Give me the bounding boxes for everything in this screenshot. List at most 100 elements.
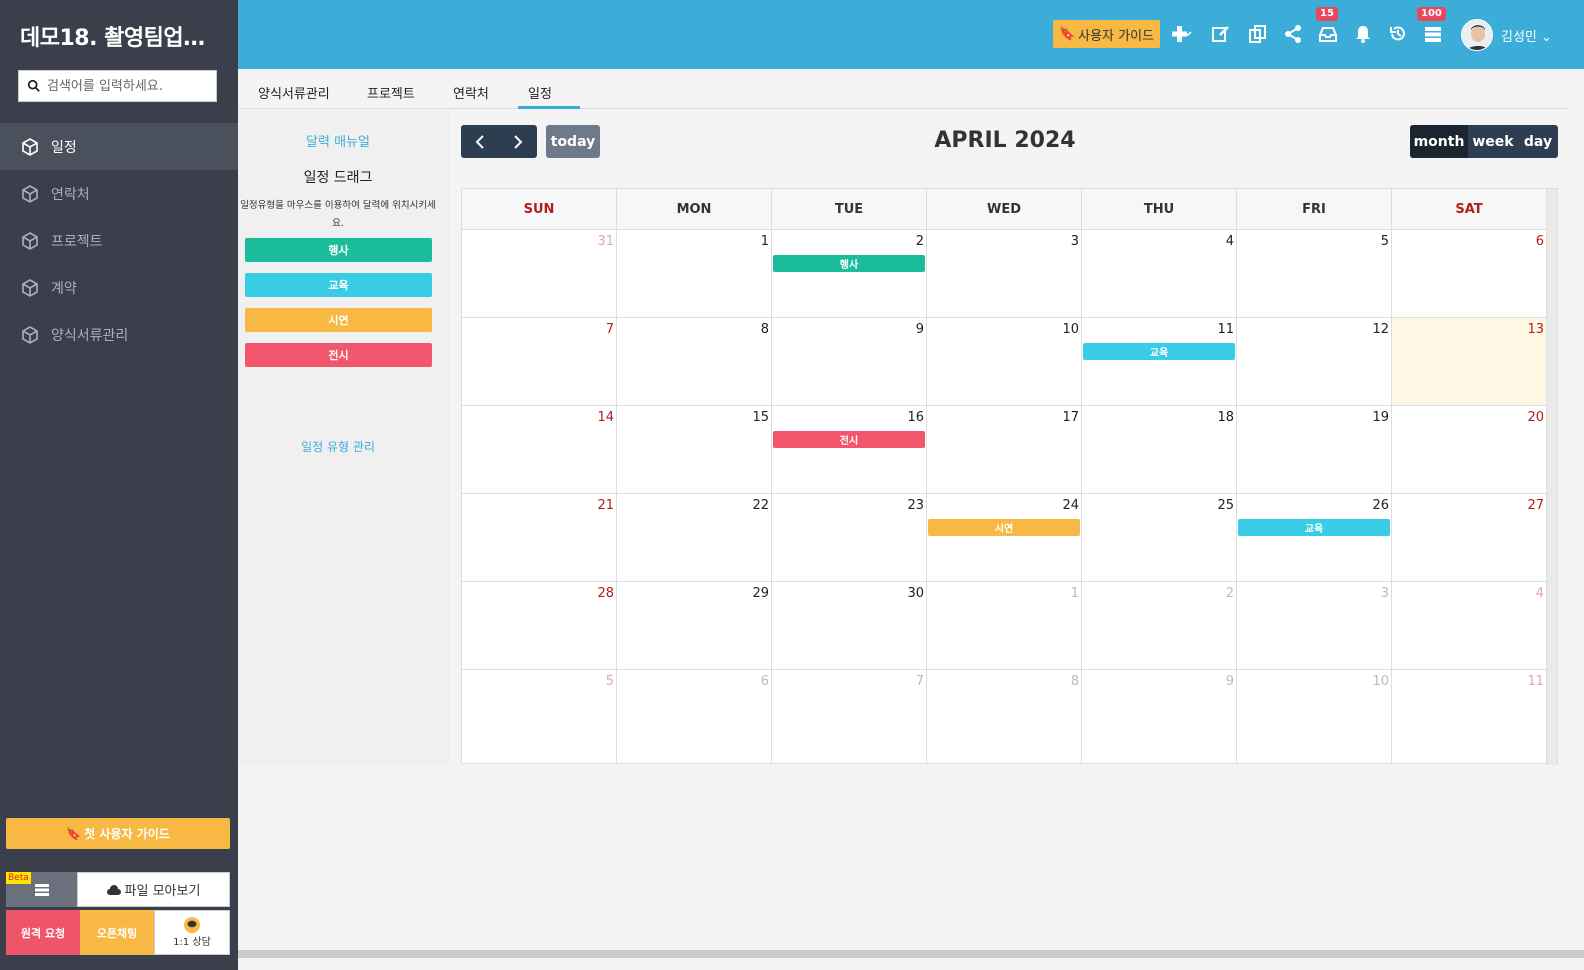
day-cell[interactable]: 6 [617,670,772,763]
day-cell[interactable]: 24 시연 [927,494,1082,581]
day-number[interactable]: 18 [1217,410,1234,425]
first-guide-button[interactable]: 🔖 첫 사용자 가이드 [6,818,230,849]
day-number[interactable]: 25 [1217,498,1234,513]
day-number[interactable]: 5 [606,674,614,689]
tab-forms[interactable]: 양식서류관리 [258,83,330,102]
horizontal-scrollbar[interactable] [238,950,1584,958]
day-cell[interactable]: 17 [927,406,1082,493]
copy-icon[interactable] [1248,24,1268,44]
day-number[interactable]: 6 [761,674,769,689]
next-button[interactable] [499,125,537,158]
calendar-event[interactable]: 교육 [1083,343,1235,360]
day-number[interactable]: 22 [752,498,769,513]
day-number[interactable]: 9 [916,322,924,337]
day-cell[interactable]: 7 [772,670,927,763]
bell-icon[interactable] [1353,24,1373,44]
chevron-down-icon[interactable] [1184,30,1192,38]
server-list-icon[interactable] [1423,24,1443,44]
day-number[interactable]: 20 [1527,410,1544,425]
day-cell[interactable]: 21 [462,494,617,581]
day-number[interactable]: 16 [907,410,924,425]
prev-button[interactable] [461,125,499,158]
inbox-icon[interactable] [1318,24,1338,44]
month-view-button[interactable]: month [1410,125,1468,158]
calendar-event[interactable]: 행사 [773,255,925,272]
day-number[interactable]: 24 [1062,498,1079,513]
day-number[interactable]: 4 [1536,586,1544,601]
event-type-gyoyuk[interactable]: 교육 [245,273,432,297]
day-number[interactable]: 14 [597,410,614,425]
day-number[interactable]: 7 [916,674,924,689]
day-cell[interactable]: 9 [772,318,927,405]
day-cell[interactable]: 8 [927,670,1082,763]
day-number[interactable]: 21 [597,498,614,513]
day-cell[interactable]: 22 [617,494,772,581]
day-cell[interactable]: 27 [1392,494,1547,581]
day-number[interactable]: 1 [1071,586,1079,601]
day-number[interactable]: 1 [761,234,769,249]
open-chat-button[interactable]: 오픈채팅 [80,910,154,955]
day-number[interactable]: 2 [916,234,924,249]
sidebar-item-2[interactable]: 프로젝트 [0,217,238,264]
sidebar-item-4[interactable]: 양식서류관리 [0,311,238,358]
consult-button[interactable]: 1:1 상담 [154,910,230,955]
day-cell[interactable]: 6 [1392,230,1547,317]
day-cell[interactable]: 26 교육 [1237,494,1392,581]
day-cell[interactable]: 4 [1392,582,1547,669]
day-cell[interactable]: 19 [1237,406,1392,493]
day-cell[interactable]: 1 [617,230,772,317]
day-number[interactable]: 12 [1372,322,1389,337]
file-collect-button[interactable]: 파일 모아보기 [77,872,230,907]
day-cell[interactable]: 29 [617,582,772,669]
calendar-event[interactable]: 시연 [928,519,1080,536]
day-number[interactable]: 4 [1226,234,1234,249]
day-number[interactable]: 8 [761,322,769,337]
day-cell[interactable]: 25 [1082,494,1237,581]
search-box[interactable] [18,70,217,102]
history-icon[interactable] [1388,24,1408,44]
day-cell[interactable]: 16 전시 [772,406,927,493]
week-view-button[interactable]: week [1468,125,1518,158]
day-number[interactable]: 17 [1062,410,1079,425]
day-number[interactable]: 19 [1372,410,1389,425]
day-cell[interactable]: 9 [1082,670,1237,763]
manage-event-types-link[interactable]: 일정 유형 관리 [238,438,438,455]
day-number[interactable]: 8 [1071,674,1079,689]
file-list-button[interactable]: Beta [6,872,77,907]
sidebar-item-0[interactable]: 일정 [0,123,238,170]
user-name[interactable]: 김성민 ⌄ [1501,26,1552,45]
day-cell[interactable]: 7 [462,318,617,405]
share-icon[interactable] [1283,24,1303,44]
tab-contacts[interactable]: 연락처 [453,83,489,102]
day-cell[interactable]: 31 [462,230,617,317]
day-view-button[interactable]: day [1518,125,1558,158]
sidebar-item-1[interactable]: 연락처 [0,170,238,217]
day-number[interactable]: 28 [597,586,614,601]
event-type-siyeon[interactable]: 시연 [245,308,432,332]
day-cell[interactable]: 10 [927,318,1082,405]
calendar-scrollbar[interactable] [1547,189,1557,765]
brand-title[interactable]: 데모18. 촬영팀업… [20,20,220,52]
day-cell[interactable]: 12 [1237,318,1392,405]
day-cell[interactable]: 18 [1082,406,1237,493]
day-number[interactable]: 2 [1226,586,1234,601]
day-cell[interactable]: 3 [927,230,1082,317]
day-cell[interactable]: 13 [1392,318,1547,405]
day-cell[interactable]: 5 [1237,230,1392,317]
day-number[interactable]: 31 [597,234,614,249]
day-number[interactable]: 9 [1226,674,1234,689]
day-number[interactable]: 29 [752,586,769,601]
day-number[interactable]: 13 [1527,322,1544,337]
remote-request-button[interactable]: 원격 요청 [6,910,80,955]
sidebar-item-3[interactable]: 계약 [0,264,238,311]
day-cell[interactable]: 23 [772,494,927,581]
day-number[interactable]: 30 [907,586,924,601]
tab-schedule[interactable]: 일정 [528,83,552,102]
calendar-event[interactable]: 전시 [773,431,925,448]
day-number[interactable]: 26 [1372,498,1389,513]
user-guide-button[interactable]: 🔖 사용자 가이드 [1053,20,1160,48]
event-type-haengsa[interactable]: 행사 [245,238,432,262]
day-number[interactable]: 15 [752,410,769,425]
day-number[interactable]: 7 [606,322,614,337]
today-button[interactable]: today [546,125,600,158]
